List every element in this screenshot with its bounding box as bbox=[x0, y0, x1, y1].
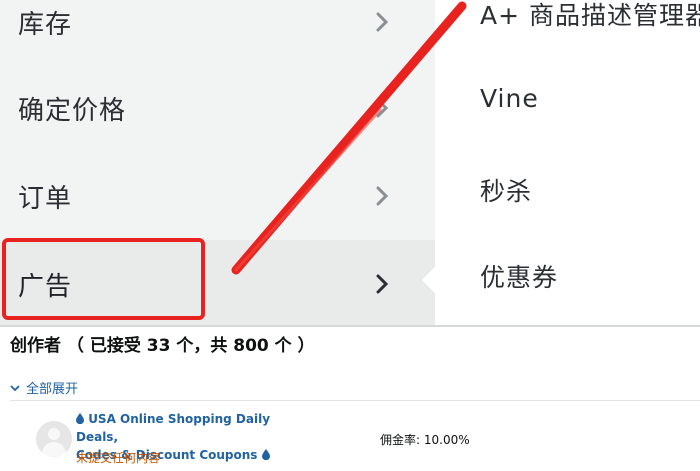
submenu-item-lightning-deals[interactable]: 秒杀 bbox=[480, 172, 532, 208]
section-divider bbox=[0, 325, 700, 327]
submenu-pointer bbox=[422, 266, 436, 294]
menu-item-label: 确定价格 bbox=[18, 95, 127, 126]
expand-all-link[interactable]: 全部展开 bbox=[10, 378, 78, 397]
chevron-right-icon bbox=[376, 12, 389, 32]
zoomed-seller-menu: 库存 确定价格 订单 广告 A+ 商品描述管理器 Vine 秒杀 优惠券 bbox=[0, 0, 700, 325]
drop-icon bbox=[76, 413, 84, 424]
menu-item-inventory[interactable]: 库存 bbox=[0, 0, 435, 66]
menu-item-label: 订单 bbox=[18, 183, 73, 214]
submenu-item-a-plus-content[interactable]: A+ 商品描述管理器 bbox=[480, 0, 700, 32]
chevron-right-icon bbox=[376, 274, 389, 294]
creators-heading: 创作者 （ 已接受 33 个，共 800 个 ） bbox=[10, 336, 315, 356]
chevron-right-icon bbox=[376, 186, 389, 206]
submenu-item-coupons[interactable]: 优惠券 bbox=[480, 258, 558, 294]
advertising-submenu: A+ 商品描述管理器 Vine 秒杀 优惠券 bbox=[436, 0, 700, 325]
chevron-down-icon bbox=[10, 384, 20, 391]
drop-icon bbox=[261, 449, 270, 460]
menu-item-pricing[interactable]: 确定价格 bbox=[0, 64, 435, 152]
highlight-annotation-box bbox=[2, 238, 205, 320]
expand-all-label: 全部展开 bbox=[26, 382, 79, 397]
creator-row: USA Online Shopping Daily Deals, Codes &… bbox=[10, 400, 700, 471]
submission-status: 未提交任何内容 bbox=[76, 451, 161, 465]
commission-rate: 佣金率: 10.00% bbox=[380, 433, 470, 447]
channel-name-line1: USA Online Shopping Daily Deals, bbox=[76, 412, 271, 444]
submenu-item-vine[interactable]: Vine bbox=[480, 84, 539, 113]
avatar bbox=[36, 421, 72, 457]
chevron-right-icon bbox=[376, 98, 389, 118]
menu-item-orders[interactable]: 订单 bbox=[0, 152, 435, 240]
menu-item-label: 库存 bbox=[18, 9, 73, 40]
